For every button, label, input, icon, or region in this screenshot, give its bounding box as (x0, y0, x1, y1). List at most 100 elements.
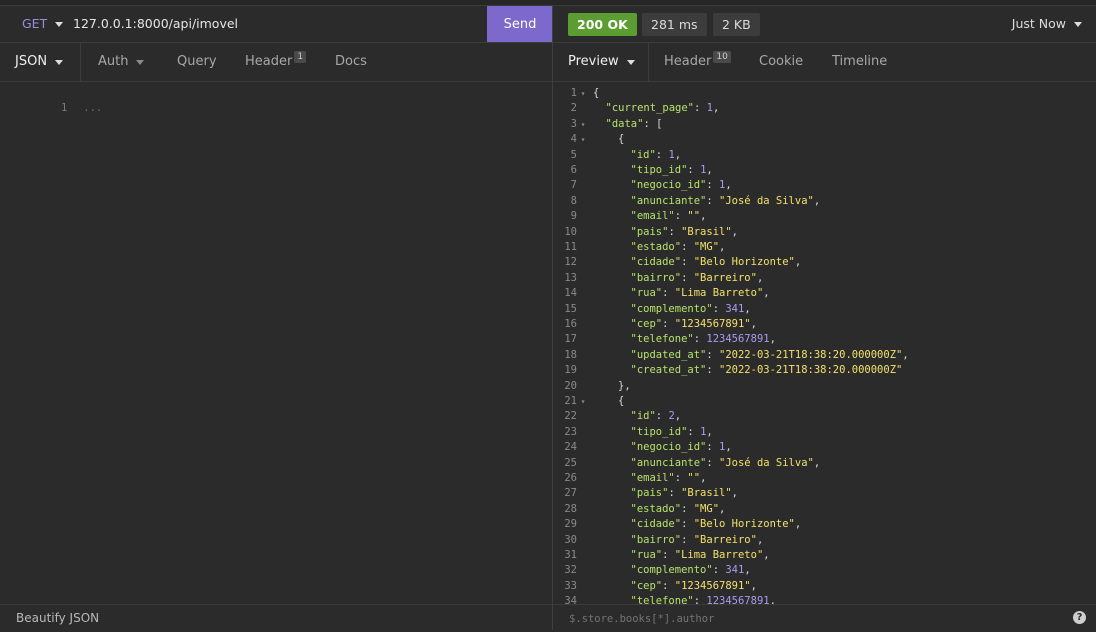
line-number: 8 (570, 194, 577, 207)
code-line: 1 ▾ { (553, 86, 600, 101)
help-icon[interactable]: ? (1073, 611, 1086, 624)
json-punctuation: , (902, 348, 909, 361)
json-key: "created_at" (630, 364, 707, 377)
code-content: "telefone": 1234567891, (589, 333, 776, 345)
fold-arrow-icon[interactable]: ▾ (577, 117, 589, 132)
code-content: "current_page": 1, (589, 102, 720, 114)
line-number: 33 (564, 579, 577, 592)
json-punctuation: : (681, 256, 694, 269)
tab-json[interactable]: JSON (0, 43, 81, 81)
code-content: "email": "", (589, 472, 707, 484)
json-string: "" (687, 472, 701, 484)
json-string: "Belo Horizonte" (693, 518, 795, 531)
tab-cookie[interactable]: Cookie (759, 43, 803, 81)
line-number: 21 (564, 395, 577, 407)
chevron-down-icon (136, 59, 145, 65)
line-number: 28 (564, 502, 577, 515)
json-punctuation: , (769, 595, 776, 604)
tab-label: Cookie (759, 54, 804, 69)
json-string: "2022-03-21T18:38:20.000000Z" (719, 348, 903, 361)
send-button[interactable]: Send (487, 6, 553, 42)
json-key: "cidade" (630, 256, 682, 269)
json-string: "Lima Barreto" (674, 549, 764, 561)
json-number: 1234567891 (706, 595, 770, 604)
json-punctuation: : (681, 502, 694, 515)
line-number: 18 (564, 348, 577, 361)
json-key: "estado" (630, 241, 682, 253)
line-number: 13 (564, 271, 577, 284)
fold-arrow-icon[interactable]: ▾ (577, 86, 589, 101)
code-line: 32 "complemento": 341, (553, 563, 750, 578)
line-number: 27 (564, 487, 577, 500)
json-key: "complemento" (630, 564, 713, 577)
json-punctuation: : (662, 318, 675, 330)
fold-arrow-icon[interactable]: ▾ (577, 132, 589, 147)
json-string: "" (687, 210, 701, 223)
json-punctuation: : (712, 564, 726, 577)
tab-query[interactable]: Query (177, 43, 217, 81)
code-content: "cidade": "Belo Horizonte", (589, 256, 802, 269)
request-url-bar: GET 127.0.0.1:8000/api/imovel Send (0, 6, 553, 43)
json-punctuation: , (813, 456, 821, 469)
json-punctuation: , (674, 410, 682, 423)
method-label: GET (22, 16, 48, 31)
fold-arrow-icon[interactable]: ▾ (577, 394, 589, 409)
json-punctuation: , (813, 194, 821, 207)
code-line: 17 "telefone": 1234567891, (553, 332, 776, 347)
code-line: 23 "tipo_id": 1, (553, 425, 712, 440)
response-time-badge: 281 ms (642, 13, 707, 36)
tab-preview[interactable]: Preview (553, 43, 649, 81)
json-punctuation: : (693, 595, 707, 604)
json-key: "telefone" (630, 595, 694, 604)
tab-auth[interactable]: Auth (98, 43, 145, 81)
response-filter-input[interactable] (567, 605, 1051, 632)
json-string: "Brasil" (681, 487, 732, 500)
json-punctuation: , (750, 579, 757, 592)
line-number: 24 (564, 441, 577, 454)
json-punctuation: , (756, 271, 764, 284)
line-number: 23 (564, 425, 577, 438)
response-preview[interactable]: 1 ▾{2 "current_page": 1, 3 ▾ "data": [4 ▾{5 "id… (553, 82, 1096, 604)
json-string: "Brasil" (681, 225, 732, 238)
code-content: "negocio_id": 1, (589, 441, 732, 453)
code-line: 21 ▾ { (553, 394, 624, 409)
response-tabs: Preview Header 10 Cookie Timeline (553, 43, 1096, 82)
json-key: "id" (630, 148, 656, 161)
code-line: 18 "updated_at": "2022-03-21T18:38:20.000… (553, 348, 909, 363)
json-punctuation: : [ (643, 117, 663, 130)
json-key: "id" (630, 410, 656, 423)
line-number: 3 (570, 117, 577, 130)
code-line: 25 "anunciante": "José da Silva", (553, 456, 820, 471)
url-input[interactable]: 127.0.0.1:8000/api/imovel (73, 6, 238, 42)
tab-response-header[interactable]: Header 10 (664, 43, 731, 81)
method-dropdown[interactable]: GET (22, 6, 64, 42)
tab-header[interactable]: Header 1 (245, 43, 307, 81)
json-string: "Belo Horizonte" (693, 256, 795, 269)
line-number: 34 (564, 595, 577, 604)
editor-placeholder: ... (83, 102, 103, 115)
json-punctuation: , (731, 225, 738, 238)
json-punctuation: : (655, 148, 669, 161)
json-punctuation: }, (618, 379, 631, 392)
tab-docs[interactable]: Docs (335, 43, 367, 81)
line-number: 7 (570, 179, 577, 192)
response-history-dropdown[interactable]: Just Now (1012, 6, 1082, 42)
json-key: "cep" (630, 318, 663, 330)
tab-timeline[interactable]: Timeline (832, 43, 887, 81)
json-punctuation: : (687, 164, 701, 176)
json-string: "1234567891" (674, 318, 751, 330)
json-punctuation: : (712, 302, 726, 315)
beautify-json-button[interactable]: Beautify JSON (16, 605, 99, 631)
code-content: "bairro": "Barreiro", (589, 271, 764, 284)
code-content: "negocio_id": 1, (589, 179, 732, 191)
line-number: 1 (570, 87, 577, 99)
line-number: 10 (564, 225, 577, 238)
json-number: 341 (725, 564, 745, 577)
code-content: "complemento": 341, (589, 303, 751, 315)
json-key: "telefone" (630, 333, 694, 346)
json-punctuation: , (756, 533, 764, 546)
json-string: "Lima Barreto" (674, 287, 764, 300)
code-line: 4 ▾ { (553, 132, 625, 147)
request-body-editor[interactable]: 1... (0, 82, 552, 604)
json-punctuation: , (731, 487, 738, 500)
